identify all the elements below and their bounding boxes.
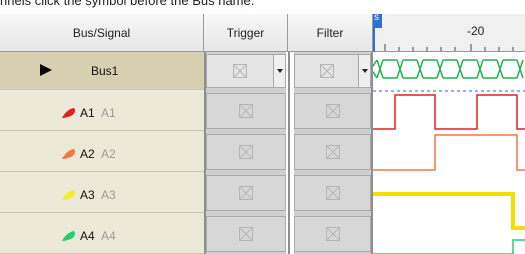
filter-disabled-x-icon bbox=[325, 186, 340, 200]
ruler-label: -20 bbox=[467, 24, 485, 38]
signal-color-a2-icon bbox=[62, 149, 75, 159]
trigger-disabled-x-icon bbox=[239, 186, 253, 200]
trigger-dropdown-arrow-icon[interactable] bbox=[273, 55, 285, 87]
column-separator[interactable] bbox=[288, 52, 290, 254]
expand-bus-triangle-icon[interactable] bbox=[40, 64, 52, 76]
header-bus-signal-label: Bus/Signal bbox=[72, 25, 131, 40]
filter-disabled-x-icon bbox=[325, 227, 340, 241]
header-filter-label: Filter bbox=[316, 25, 344, 40]
trigger-disabled-x-icon bbox=[239, 227, 253, 241]
instruction-caption: nnels click the symbol before the Bus na… bbox=[0, 0, 525, 14]
trigger-cell-a1[interactable] bbox=[206, 93, 286, 129]
trigger-cell-a4[interactable] bbox=[206, 216, 286, 252]
filter-dropdown-arrow-icon[interactable] bbox=[358, 55, 370, 87]
time-marker-label: s bbox=[374, 12, 379, 23]
filter-cell-a3[interactable] bbox=[294, 175, 371, 211]
time-marker-flag[interactable]: s bbox=[373, 12, 382, 28]
column-separator[interactable] bbox=[204, 52, 206, 254]
signal-alias-a3: A3 bbox=[101, 188, 116, 202]
header-bus-signal[interactable]: Bus/Signal bbox=[0, 14, 204, 52]
trigger-disabled-x-icon bbox=[239, 104, 253, 118]
signal-color-a1-icon bbox=[62, 108, 75, 118]
caption-text: nnels click the symbol before the Bus na… bbox=[0, 0, 255, 8]
signal-name-a3: A3 bbox=[80, 188, 95, 202]
signal-name-a4: A4 bbox=[80, 229, 95, 243]
ruler-ticks bbox=[384, 44, 514, 51]
trigger-cell-a3[interactable] bbox=[206, 175, 286, 211]
filter-disabled-x-icon bbox=[325, 104, 340, 118]
filter-dropdown-bus1[interactable] bbox=[294, 54, 371, 88]
filter-cell-a2[interactable] bbox=[294, 134, 371, 170]
trigger-disabled-x-icon bbox=[233, 64, 247, 78]
trigger-dropdown-bus1[interactable] bbox=[206, 54, 286, 88]
time-marker-line bbox=[373, 28, 375, 52]
trigger-disabled-x-icon bbox=[239, 145, 253, 159]
waveform-view[interactable]: -20 s bbox=[373, 12, 525, 254]
bus-signal-table: Bus/Signal Trigger Filter Bus1 A1 A1 A2 … bbox=[0, 12, 525, 254]
filter-cell-a1[interactable] bbox=[294, 93, 371, 129]
signal-name-a1: A1 bbox=[80, 106, 95, 120]
time-ruler[interactable]: -20 s bbox=[373, 12, 525, 52]
trigger-cell-a2[interactable] bbox=[206, 134, 286, 170]
signal-color-a4-icon bbox=[62, 231, 75, 241]
bus-name: Bus1 bbox=[91, 64, 119, 78]
waveform-traces bbox=[373, 59, 525, 254]
signal-alias-a1: A1 bbox=[101, 106, 116, 120]
header-trigger[interactable]: Trigger bbox=[204, 14, 288, 52]
filter-cell-a4[interactable] bbox=[294, 216, 371, 252]
filter-disabled-x-icon bbox=[319, 64, 334, 78]
filter-disabled-x-icon bbox=[325, 145, 340, 159]
signal-alias-a4: A4 bbox=[101, 229, 116, 243]
header-trigger-label: Trigger bbox=[226, 25, 265, 40]
signal-name-a2: A2 bbox=[80, 147, 95, 161]
signal-color-a3-icon bbox=[62, 190, 75, 200]
signal-alias-a2: A2 bbox=[101, 147, 116, 161]
header-filter[interactable]: Filter bbox=[288, 14, 373, 52]
